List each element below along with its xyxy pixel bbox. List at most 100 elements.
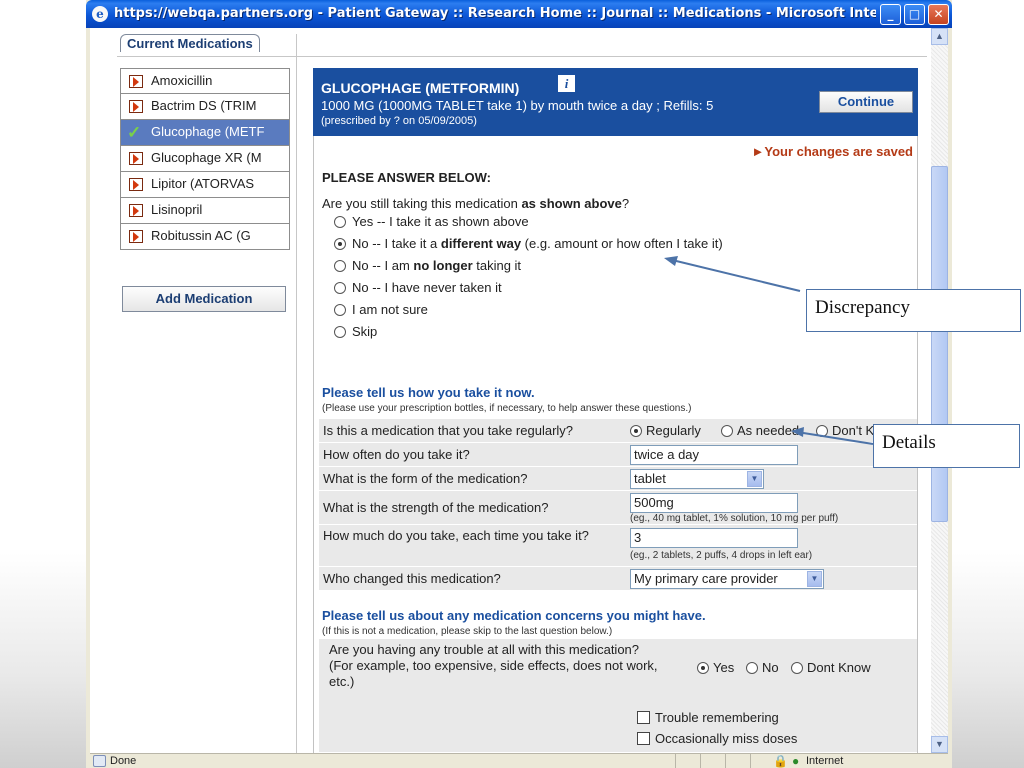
medication-item[interactable]: ✓ Glucophage (METF [120, 120, 290, 146]
medication-label: Amoxicillin [151, 73, 213, 88]
option-label: No -- I have never taken it [352, 280, 502, 295]
strength-hint: (eg., 40 mg tablet, 1% solution, 10 mg p… [630, 513, 839, 524]
how-heading: Please tell us how you take it now. [322, 385, 535, 400]
radio-button[interactable] [334, 216, 346, 228]
trouble-row: Are you having any trouble at all with t… [319, 639, 917, 753]
option-label: I am not sure [352, 302, 428, 317]
how-subheading: (Please use your prescription bottles, i… [322, 403, 692, 414]
chevron-down-icon: ▼ [747, 471, 762, 487]
minimize-button[interactable]: _ [880, 4, 901, 25]
question-emphasis: as shown above [521, 196, 622, 211]
close-button[interactable]: ✕ [928, 4, 949, 25]
amount-hint: (eg., 2 tablets, 2 puffs, 4 drops in lef… [630, 550, 813, 561]
option-emphasis: different way [440, 236, 522, 251]
option-text-end: taking it [472, 258, 522, 273]
checkbox[interactable] [637, 711, 650, 724]
trouble-label: Are you having any trouble at all with t… [329, 642, 658, 689]
vertical-scrollbar[interactable]: ▲ ▼ [931, 28, 948, 753]
medication-item[interactable]: Bactrim DS (TRIM [120, 94, 290, 120]
form-select[interactable]: tablet ▼ [630, 469, 764, 489]
medication-list: Amoxicillin Bactrim DS (TRIM ✓ Glucophage (… [120, 68, 290, 250]
radio-button[interactable] [697, 662, 709, 674]
radio-button[interactable] [334, 282, 346, 294]
column-divider [296, 34, 297, 754]
checkbox-label: Trouble remembering [655, 710, 779, 725]
current-medications-tab[interactable]: Current Medications [120, 34, 260, 52]
scroll-down-button[interactable]: ▼ [931, 736, 948, 753]
prescribed-info: (prescribed by ? on 05/09/2005) [321, 115, 477, 127]
checkbox-label: Occasionally miss doses [655, 731, 798, 746]
chevron-down-icon: ▼ [807, 571, 822, 587]
still-taking-question: Are you still taking this medication as … [322, 196, 629, 211]
amount-input[interactable]: 3 [630, 528, 798, 548]
arrow-icon [129, 204, 143, 217]
form-row: What is the form of the medication? tabl… [319, 467, 917, 491]
regular-row: Is this a medication that you take regul… [319, 419, 917, 443]
browser-window: e https://webqa.partners.org - Patient G… [86, 0, 952, 768]
checkbox[interactable] [637, 732, 650, 745]
often-row: How often do you take it? twice a day [319, 443, 917, 467]
radio-button[interactable] [334, 260, 346, 272]
ie-icon: e [92, 6, 108, 22]
amount-row: How much do you take, each time you take… [319, 525, 917, 567]
radio-button[interactable] [721, 425, 733, 437]
radio-label: Yes [713, 660, 735, 675]
arrow-icon [129, 75, 143, 88]
strength-row: What is the strength of the medication? … [319, 491, 917, 525]
medication-item[interactable]: Robitussin AC (G [120, 224, 290, 250]
radio-button[interactable] [334, 238, 346, 250]
medication-header: GLUCOPHAGE (METFORMIN) i 1000 MG (1000MG… [313, 68, 918, 136]
medication-label: Bactrim DS (TRIM [151, 98, 257, 113]
option-text: No -- I take it a [352, 236, 441, 251]
medication-item[interactable]: Amoxicillin [120, 68, 290, 94]
arrow-icon [129, 152, 143, 165]
medication-dose: 1000 MG (1000MG TABLET take 1) by mouth … [321, 98, 714, 113]
changed-select[interactable]: My primary care provider ▼ [630, 569, 824, 589]
changed-select-value: My primary care provider [634, 571, 778, 586]
strength-input[interactable]: 500mg [630, 493, 798, 513]
changed-row: Who changed this medication? My primary … [319, 567, 917, 591]
status-divider [675, 754, 676, 768]
regular-label: Is this a medication that you take regul… [323, 423, 574, 438]
status-text: Done [110, 755, 137, 767]
option-text-end: (e.g. amount or how often I take it) [521, 236, 723, 251]
radio-button[interactable] [334, 326, 346, 338]
medication-item[interactable]: Lisinopril [120, 198, 290, 224]
tab-divider [117, 56, 927, 57]
scroll-up-button[interactable]: ▲ [931, 28, 948, 45]
radio-button[interactable] [630, 425, 642, 437]
maximize-button[interactable]: □ [904, 4, 925, 25]
add-medication-button[interactable]: Add Medication [122, 286, 286, 312]
title-bar[interactable]: e https://webqa.partners.org - Patient G… [86, 0, 952, 28]
globe-icon: ● [792, 754, 800, 768]
arrow-icon [129, 230, 143, 243]
scroll-thumb[interactable] [931, 166, 948, 522]
option-label: No -- I am no longer taking it [352, 258, 521, 273]
medication-label: Robitussin AC (G [151, 228, 251, 243]
radio-button[interactable] [791, 662, 803, 674]
radio-button[interactable] [816, 425, 828, 437]
option-text: I am not sure [352, 302, 428, 317]
radio-label: No [762, 660, 779, 675]
amount-label: How much do you take, each time you take… [323, 528, 589, 543]
continue-button[interactable]: Continue [819, 91, 913, 113]
option-text: No -- I am [352, 258, 414, 273]
changed-label: Who changed this medication? [323, 571, 501, 586]
medication-item[interactable]: Glucophage XR (M [120, 146, 290, 172]
status-divider [750, 754, 751, 768]
status-divider [700, 754, 701, 768]
medication-name: GLUCOPHAGE (METFORMIN) [321, 80, 520, 96]
info-icon[interactable]: i [558, 75, 575, 92]
medication-item[interactable]: Lipitor (ATORVAS [120, 172, 290, 198]
status-bar: Done 🔒 ● Internet [90, 753, 948, 768]
radio-label: Regularly [646, 423, 701, 438]
often-input[interactable]: twice a day [630, 445, 798, 465]
lock-icon: 🔒 [773, 754, 788, 768]
medication-label: Lipitor (ATORVAS [151, 176, 255, 191]
form-select-value: tablet [634, 471, 666, 486]
radio-button[interactable] [746, 662, 758, 674]
saved-notice: ►Your changes are saved [751, 144, 913, 159]
radio-button[interactable] [334, 304, 346, 316]
medication-label: Glucophage (METF [151, 124, 265, 139]
option-text: Skip [352, 324, 378, 339]
